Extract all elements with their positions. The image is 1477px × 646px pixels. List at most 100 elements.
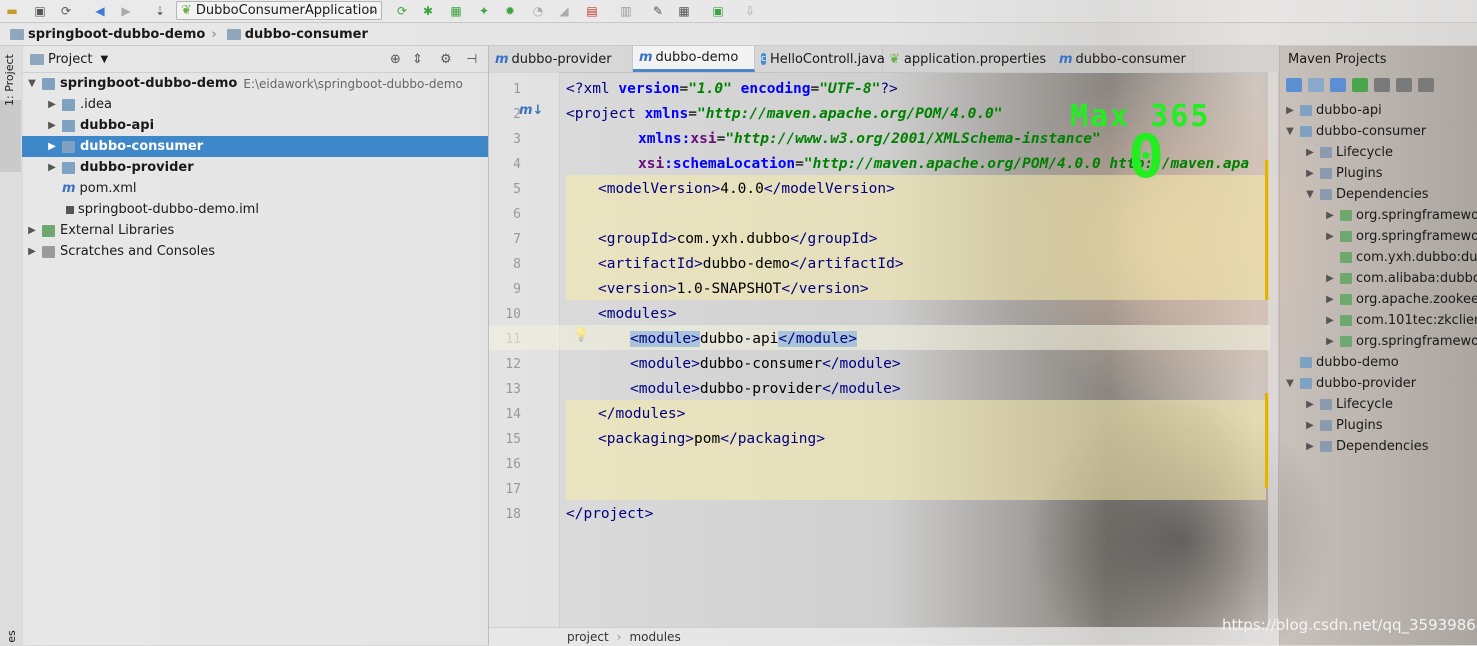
maven-tree-item[interactable]: ▶ Lifecycle — [1304, 394, 1393, 415]
maven-tree-item[interactable]: ▶ com.alibaba:dubbo: — [1324, 268, 1477, 289]
maven-tree-item[interactable]: dubbo-demo — [1284, 352, 1399, 373]
java-class-icon: c — [761, 53, 766, 65]
save-icon[interactable]: ▣ — [32, 3, 48, 19]
chevron-right-icon[interactable]: ▶ — [1304, 420, 1316, 431]
chevron-right-icon[interactable]: ▶ — [1324, 231, 1336, 242]
maven-tree-item[interactable]: ▶ org.springframewor — [1324, 331, 1477, 352]
maven-tree-item[interactable]: ▶ org.springframewor — [1324, 205, 1477, 226]
maven-tree-item-label: Dependencies — [1336, 439, 1429, 454]
chevron-down-icon[interactable]: ▼ — [1304, 189, 1316, 200]
tree-item[interactable]: ▶ .idea — [22, 94, 488, 115]
coverage-icon[interactable]: ▦ — [448, 3, 464, 19]
sdk-icon[interactable]: ▣ — [710, 3, 726, 19]
editor-tab[interactable]: m dubbo-provider — [489, 46, 633, 72]
maven-gutter-icon[interactable]: m↓ — [519, 103, 543, 118]
chevron-right-icon[interactable]: ▶ — [26, 225, 38, 236]
maven-tree-item[interactable]: ▼ dubbo-consumer — [1284, 121, 1426, 142]
chevron-down-icon[interactable]: ▼ — [1284, 378, 1296, 389]
tree-item[interactable]: ▶ dubbo-provider — [22, 157, 488, 178]
tree-item[interactable]: springboot-dubbo-demo.iml — [22, 199, 488, 220]
code-line-15: <packaging>pom</packaging> — [598, 431, 825, 447]
editor-tab[interactable]: m dubbo-consumer — [1053, 46, 1193, 72]
chevron-right-icon[interactable]: ▶ — [46, 141, 58, 152]
gear-icon[interactable]: ⚙ — [440, 52, 452, 67]
tree-item[interactable]: m pom.xml — [22, 178, 488, 199]
back-icon[interactable]: ◀ — [92, 3, 108, 19]
maven-tree-item[interactable]: ▶ org.apache.zookeep — [1324, 289, 1477, 310]
maven-tree-item[interactable]: ▶ Plugins — [1304, 163, 1382, 184]
collapse-all-icon[interactable]: ⇕ — [412, 52, 423, 67]
build-artifacts-icon[interactable]: ▤ — [584, 3, 600, 19]
maven-tree-item[interactable]: ▶ com.101tec:zkclient: — [1324, 310, 1477, 331]
tree-item[interactable]: ▼ springboot-dubbo-demo E:\eidawork\spring… — [22, 73, 488, 94]
build-icon[interactable]: ⇣ — [152, 3, 168, 19]
profile-icon[interactable]: ✦ — [476, 3, 492, 19]
run-goal-icon[interactable] — [1374, 78, 1390, 92]
maven-tree-item[interactable]: ▶ Plugins — [1304, 415, 1382, 436]
editor-breadcrumb-modules[interactable]: modules — [629, 630, 680, 644]
reimport-icon[interactable] — [1286, 78, 1302, 92]
hide-panel-icon[interactable]: ⊣ — [466, 52, 477, 67]
chevron-down-icon[interactable]: ▼ — [1284, 126, 1296, 137]
chevron-right-icon[interactable]: ▶ — [1324, 273, 1336, 284]
debug-icon[interactable]: ✱ — [420, 3, 436, 19]
chevron-right-icon[interactable]: ▶ — [26, 246, 38, 257]
open-folder-icon[interactable]: ▬ — [4, 3, 20, 19]
stop-icon[interactable]: ◢ — [556, 3, 572, 19]
locate-icon[interactable]: ⊕ — [390, 52, 401, 67]
editor-tab[interactable]: ❦ application.properties — [883, 46, 1053, 72]
chevron-right-icon[interactable]: ▶ — [1324, 315, 1336, 326]
chevron-right-icon[interactable]: ▶ — [1324, 294, 1336, 305]
maven-tree-item[interactable]: ▼ dubbo-provider — [1284, 373, 1416, 394]
chevron-right-icon[interactable]: ▶ — [46, 162, 58, 173]
sync-icon[interactable]: ⟳ — [58, 3, 74, 19]
chevron-right-icon[interactable]: ▶ — [1324, 336, 1336, 347]
tree-item[interactable]: ▶ External Libraries — [22, 220, 488, 241]
maven-tree-item[interactable]: ▼ Dependencies — [1304, 184, 1428, 205]
project-tool-tab[interactable] — [0, 100, 21, 172]
breadcrumb-item-module[interactable]: dubbo-consumer — [217, 27, 374, 42]
chevron-right-icon[interactable]: ▶ — [46, 99, 58, 110]
project-view-select[interactable]: Project ▼ — [30, 52, 108, 67]
tree-item[interactable]: ▶ dubbo-consumer — [22, 136, 488, 157]
run-with-icon[interactable]: ✹ — [502, 3, 518, 19]
tree-item[interactable]: ▶ Scratches and Consoles — [22, 241, 488, 262]
editor-tab[interactable]: c HelloControll.java — [755, 46, 885, 72]
add-project-icon[interactable] — [1352, 78, 1368, 92]
breadcrumb-item-root[interactable]: springboot-dubbo-demo — [0, 27, 211, 42]
chevron-right-icon[interactable]: ▶ — [1304, 441, 1316, 452]
forward-icon[interactable]: ▶ — [118, 3, 134, 19]
editor-breadcrumb-project[interactable]: project — [567, 630, 609, 644]
toggle-offline-icon[interactable] — [1396, 78, 1412, 92]
chevron-right-icon[interactable]: ▶ — [1284, 105, 1296, 116]
structure-tool-tab-label[interactable]: es — [5, 630, 18, 643]
vcs-icon[interactable]: ▥ — [618, 3, 634, 19]
chevron-right-icon[interactable]: ▶ — [1324, 210, 1336, 221]
tree-item[interactable]: ▶ dubbo-api — [22, 115, 488, 136]
run-configuration-select[interactable]: ❦ DubboConsumerApplication ⌄ — [176, 1, 382, 20]
chevron-right-icon[interactable]: ▶ — [1304, 147, 1316, 158]
line-number: 15 — [505, 432, 521, 447]
editor-tab[interactable]: m dubbo-demo — [633, 46, 755, 72]
editor-scrollbar[interactable] — [1268, 72, 1278, 627]
attach-icon[interactable]: ◔ — [530, 3, 546, 19]
project-structure-icon[interactable]: ▦ — [676, 3, 692, 19]
maven-tree-item[interactable]: com.yxh.dubbo:dub — [1324, 247, 1477, 268]
skip-tests-icon[interactable] — [1418, 78, 1434, 92]
maven-tree-item[interactable]: ▶ Dependencies — [1304, 436, 1429, 457]
chevron-right-icon[interactable]: ▶ — [46, 120, 58, 131]
line-number: 17 — [505, 482, 521, 497]
chevron-right-icon[interactable]: ▶ — [1304, 399, 1316, 410]
maven-tree-item[interactable]: ▶ Lifecycle — [1304, 142, 1393, 163]
chevron-right-icon[interactable]: ▶ — [1304, 168, 1316, 179]
download-icon[interactable]: ⇩ — [742, 3, 758, 19]
rerun-icon[interactable]: ⟳ — [394, 3, 410, 19]
generate-sources-icon[interactable] — [1308, 78, 1324, 92]
download-sources-icon[interactable] — [1330, 78, 1346, 92]
line-number: 12 — [505, 357, 521, 372]
settings-wrench-icon[interactable]: ✎ — [650, 3, 666, 19]
maven-panel-header: Maven Projects — [1280, 46, 1477, 72]
maven-tree-item[interactable]: ▶ dubbo-api — [1284, 100, 1382, 121]
chevron-down-icon[interactable]: ▼ — [26, 78, 38, 89]
maven-tree-item[interactable]: ▶ org.springframewor — [1324, 226, 1477, 247]
